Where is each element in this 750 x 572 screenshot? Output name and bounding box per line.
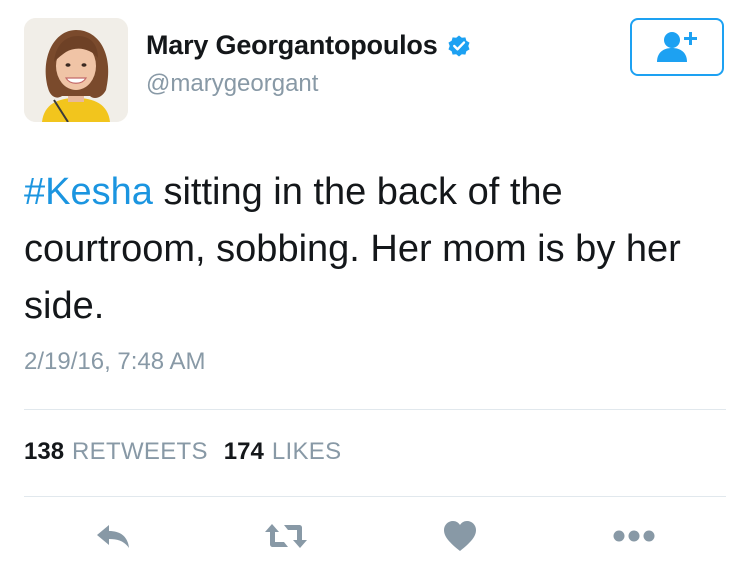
divider-bottom <box>24 496 726 497</box>
more-button[interactable] <box>604 512 664 560</box>
hashtag-link[interactable]: #Kesha <box>24 171 153 213</box>
likes-label: LIKES <box>271 438 342 465</box>
retweets-count: 138 <box>24 438 65 465</box>
tweet-text: #Kesha sitting in the back of the courtr… <box>24 164 729 335</box>
retweet-icon <box>265 524 307 548</box>
retweet-button[interactable] <box>256 512 316 560</box>
avatar-image <box>24 18 128 122</box>
likes-stat[interactable]: 174 LIKES <box>224 438 358 466</box>
retweets-label: RETWEETS <box>72 438 208 465</box>
divider-top <box>24 409 726 410</box>
user-handle[interactable]: @marygeorgant <box>146 70 318 98</box>
likes-count: 174 <box>223 438 264 465</box>
user-name-row[interactable]: Mary Georgantopoulos <box>146 30 472 61</box>
like-button[interactable] <box>430 512 490 560</box>
reply-icon <box>97 525 129 548</box>
verified-badge-icon <box>446 33 472 59</box>
retweets-stat[interactable]: 138 RETWEETS <box>24 438 224 466</box>
reply-button[interactable] <box>84 512 144 560</box>
add-user-icon <box>657 32 697 62</box>
more-icon <box>613 530 655 542</box>
tweet-timestamp[interactable]: 2/19/16, 7:48 AM <box>24 348 205 376</box>
tweet-stats: 138 RETWEETS 174 LIKES <box>24 438 357 466</box>
tweet-actions <box>0 512 750 560</box>
heart-icon <box>444 521 476 551</box>
display-name[interactable]: Mary Georgantopoulos <box>146 30 438 61</box>
avatar[interactable] <box>24 18 128 122</box>
follow-button[interactable] <box>630 18 724 76</box>
